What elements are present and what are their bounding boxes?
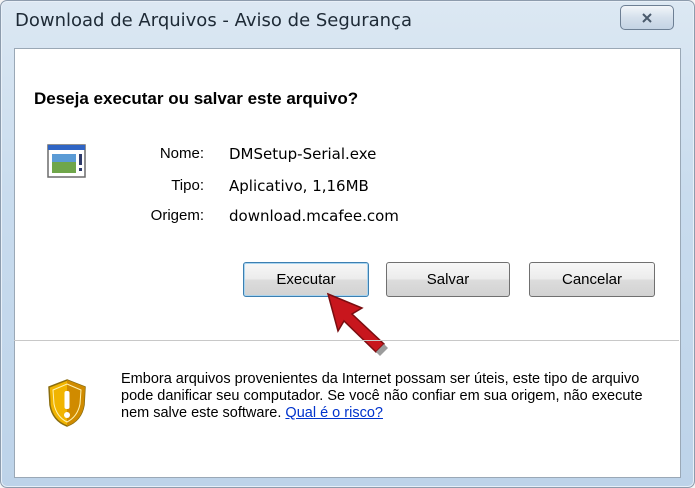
red-arrow-annotation [326, 292, 388, 356]
close-button[interactable] [620, 5, 674, 30]
warning-shield-icon [48, 379, 86, 427]
origin-value: download.mcafee.com [229, 207, 399, 225]
type-label: Tipo: [171, 177, 204, 194]
title-bar[interactable]: Download de Arquivos - Aviso de Seguranç… [1, 1, 694, 37]
save-button[interactable]: Salvar [386, 262, 510, 297]
origin-label: Origem: [150, 207, 204, 224]
risk-link[interactable]: Qual é o risco? [285, 405, 383, 421]
section-divider [14, 340, 679, 341]
executable-file-icon [47, 144, 86, 178]
name-label: Nome: [159, 145, 204, 162]
cancel-button[interactable]: Cancelar [529, 262, 655, 297]
dialog-question: Deseja executar ou salvar este arquivo? [34, 89, 359, 108]
close-icon [642, 12, 652, 23]
window-title: Download de Arquivos - Aviso de Seguranç… [15, 10, 412, 31]
type-value: Aplicativo, 1,16MB [229, 177, 369, 195]
name-value: DMSetup-Serial.exe [229, 145, 377, 163]
security-warning-text: Embora arquivos provenientes da Internet… [121, 371, 666, 422]
